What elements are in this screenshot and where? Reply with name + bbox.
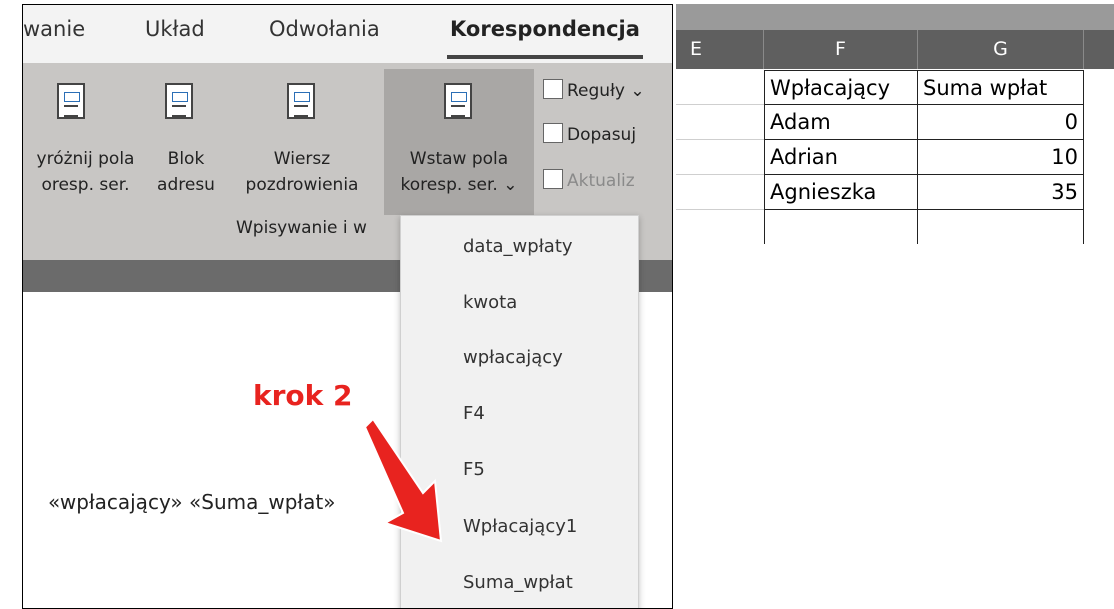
gridline xyxy=(676,174,764,175)
table-cell[interactable]: 0 xyxy=(918,105,1084,140)
gridline xyxy=(676,209,764,210)
tab-korespondencja[interactable]: Korespondencja xyxy=(450,17,640,41)
greeting-line-button[interactable]: Wiersz pozdrowienia xyxy=(223,63,381,213)
table-border xyxy=(764,210,765,244)
table-border xyxy=(1083,210,1084,244)
dropdown-item[interactable]: Suma_wpłat xyxy=(463,572,573,593)
table-cell[interactable]: 35 xyxy=(918,175,1084,210)
insert-merge-field-button[interactable]: Wstaw pola koresp. ser. ⌄ xyxy=(384,69,534,215)
word-window: wanie Układ Odwołania Korespondencja yró… xyxy=(22,4,673,609)
button-label-line2: pozdrowienia xyxy=(245,175,359,195)
button-label-line2: koresp. ser. ⌄ xyxy=(400,175,518,195)
button-label-line1: Wiersz xyxy=(273,149,331,169)
column-header-e[interactable]: E xyxy=(676,30,764,69)
dropdown-item[interactable]: kwota xyxy=(463,292,517,313)
button-label-line2: oresp. ser. xyxy=(41,175,130,195)
tab-wstawianie[interactable]: wanie xyxy=(23,17,85,41)
table-cell[interactable]: Adrian xyxy=(764,140,918,175)
column-header-f[interactable]: F xyxy=(764,30,918,69)
button-label-line2: adresu xyxy=(157,175,215,195)
dropdown-item[interactable]: data_wpłaty xyxy=(463,236,573,257)
update-labels-button[interactable]: Aktualiz xyxy=(543,169,635,191)
rules-button[interactable]: Reguły ⌄ xyxy=(543,79,645,101)
button-label-line1: yróżnij pola xyxy=(36,149,135,169)
gridline xyxy=(676,139,764,140)
active-tab-indicator xyxy=(447,55,643,59)
match-fields-button[interactable]: Dopasuj xyxy=(543,123,636,145)
table-cell[interactable]: 10 xyxy=(918,140,1084,175)
table-cell[interactable]: Agnieszka xyxy=(764,175,918,210)
highlight-merge-fields-button[interactable]: yróżnij pola oresp. ser. xyxy=(23,63,148,213)
button-label-line1: Wstaw pola xyxy=(409,149,509,169)
red-arrow-icon xyxy=(363,417,443,543)
address-block-icon xyxy=(165,83,193,119)
table-header-cell[interactable]: Wpłacający xyxy=(764,70,918,105)
column-header-bar: E F G xyxy=(676,30,1114,69)
merge-fields-text[interactable]: «wpłacający» «Suma_wpłat» xyxy=(48,490,335,514)
ribbon-tab-bar: wanie Układ Odwołania Korespondencja xyxy=(23,5,672,63)
excel-window: E F G Wpłacający Suma wpłat Adam 0 Adria… xyxy=(676,4,1114,244)
rules-icon xyxy=(543,79,563,99)
table-border xyxy=(917,210,918,244)
insert-field-icon xyxy=(444,83,472,119)
tab-odwolania[interactable]: Odwołania xyxy=(269,17,380,41)
update-labels-icon xyxy=(543,169,563,189)
ribbon-group-label: Wpisywanie i w xyxy=(236,218,367,238)
button-label-line1: Blok xyxy=(167,149,205,169)
excel-toolbar-strip xyxy=(676,4,1114,30)
tab-uklad[interactable]: Układ xyxy=(145,17,205,41)
table-header-cell[interactable]: Suma wpłat xyxy=(918,70,1084,105)
match-fields-icon xyxy=(543,123,563,143)
greeting-line-icon xyxy=(287,83,315,119)
dropdown-item[interactable]: wpłacający xyxy=(463,347,563,368)
step-annotation-label: krok 2 xyxy=(253,379,353,412)
document-fields-icon xyxy=(57,83,85,119)
gridline xyxy=(676,104,764,105)
address-block-button[interactable]: Blok adresu xyxy=(151,63,221,213)
table-cell[interactable]: Adam xyxy=(764,105,918,140)
column-header-g[interactable]: G xyxy=(918,30,1084,69)
